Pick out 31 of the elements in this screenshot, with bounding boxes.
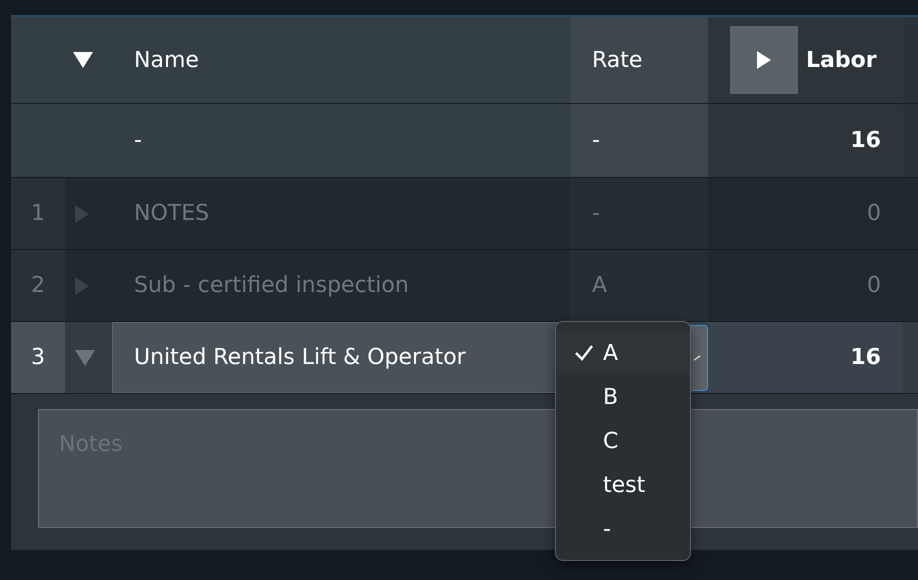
right-triangle-icon — [75, 204, 89, 222]
column-header[interactable]: Rate — [570, 17, 708, 103]
expand-row-button[interactable] — [75, 276, 89, 294]
chevron-icon — [693, 354, 701, 360]
summary-cell: - — [134, 128, 142, 153]
down-triangle-icon — [75, 350, 95, 366]
name-cell: NOTES — [134, 201, 210, 226]
rate-cell: A — [570, 250, 708, 321]
collapse-all-button[interactable] — [73, 52, 93, 68]
labor-cell: 0 — [867, 201, 881, 226]
column-header[interactable]: Name — [134, 48, 199, 72]
menu-option[interactable]: C — [556, 419, 690, 463]
down-triangle-icon — [73, 52, 93, 68]
collapse-row-button[interactable] — [75, 350, 95, 366]
summary-cell: 16 — [708, 104, 903, 177]
column-header[interactable]: Labor — [806, 48, 877, 72]
play-icon — [757, 51, 771, 69]
name-cell: Sub - certified inspection — [134, 273, 409, 298]
checkmark-icon — [574, 344, 594, 361]
summary-cell: - — [570, 104, 708, 177]
row-number: 2 — [11, 250, 65, 321]
labor-cell: 16 — [850, 345, 881, 370]
menu-option[interactable]: A — [556, 331, 690, 375]
row-number: 3 — [11, 322, 65, 393]
expand-column-button[interactable] — [730, 26, 798, 94]
menu-option[interactable]: test — [556, 463, 690, 507]
right-triangle-icon — [75, 276, 89, 294]
labor-cell: 0 — [867, 273, 881, 298]
rate-cell: - — [570, 178, 708, 249]
row-number: 1 — [11, 178, 65, 249]
expand-row-button[interactable] — [75, 204, 89, 222]
